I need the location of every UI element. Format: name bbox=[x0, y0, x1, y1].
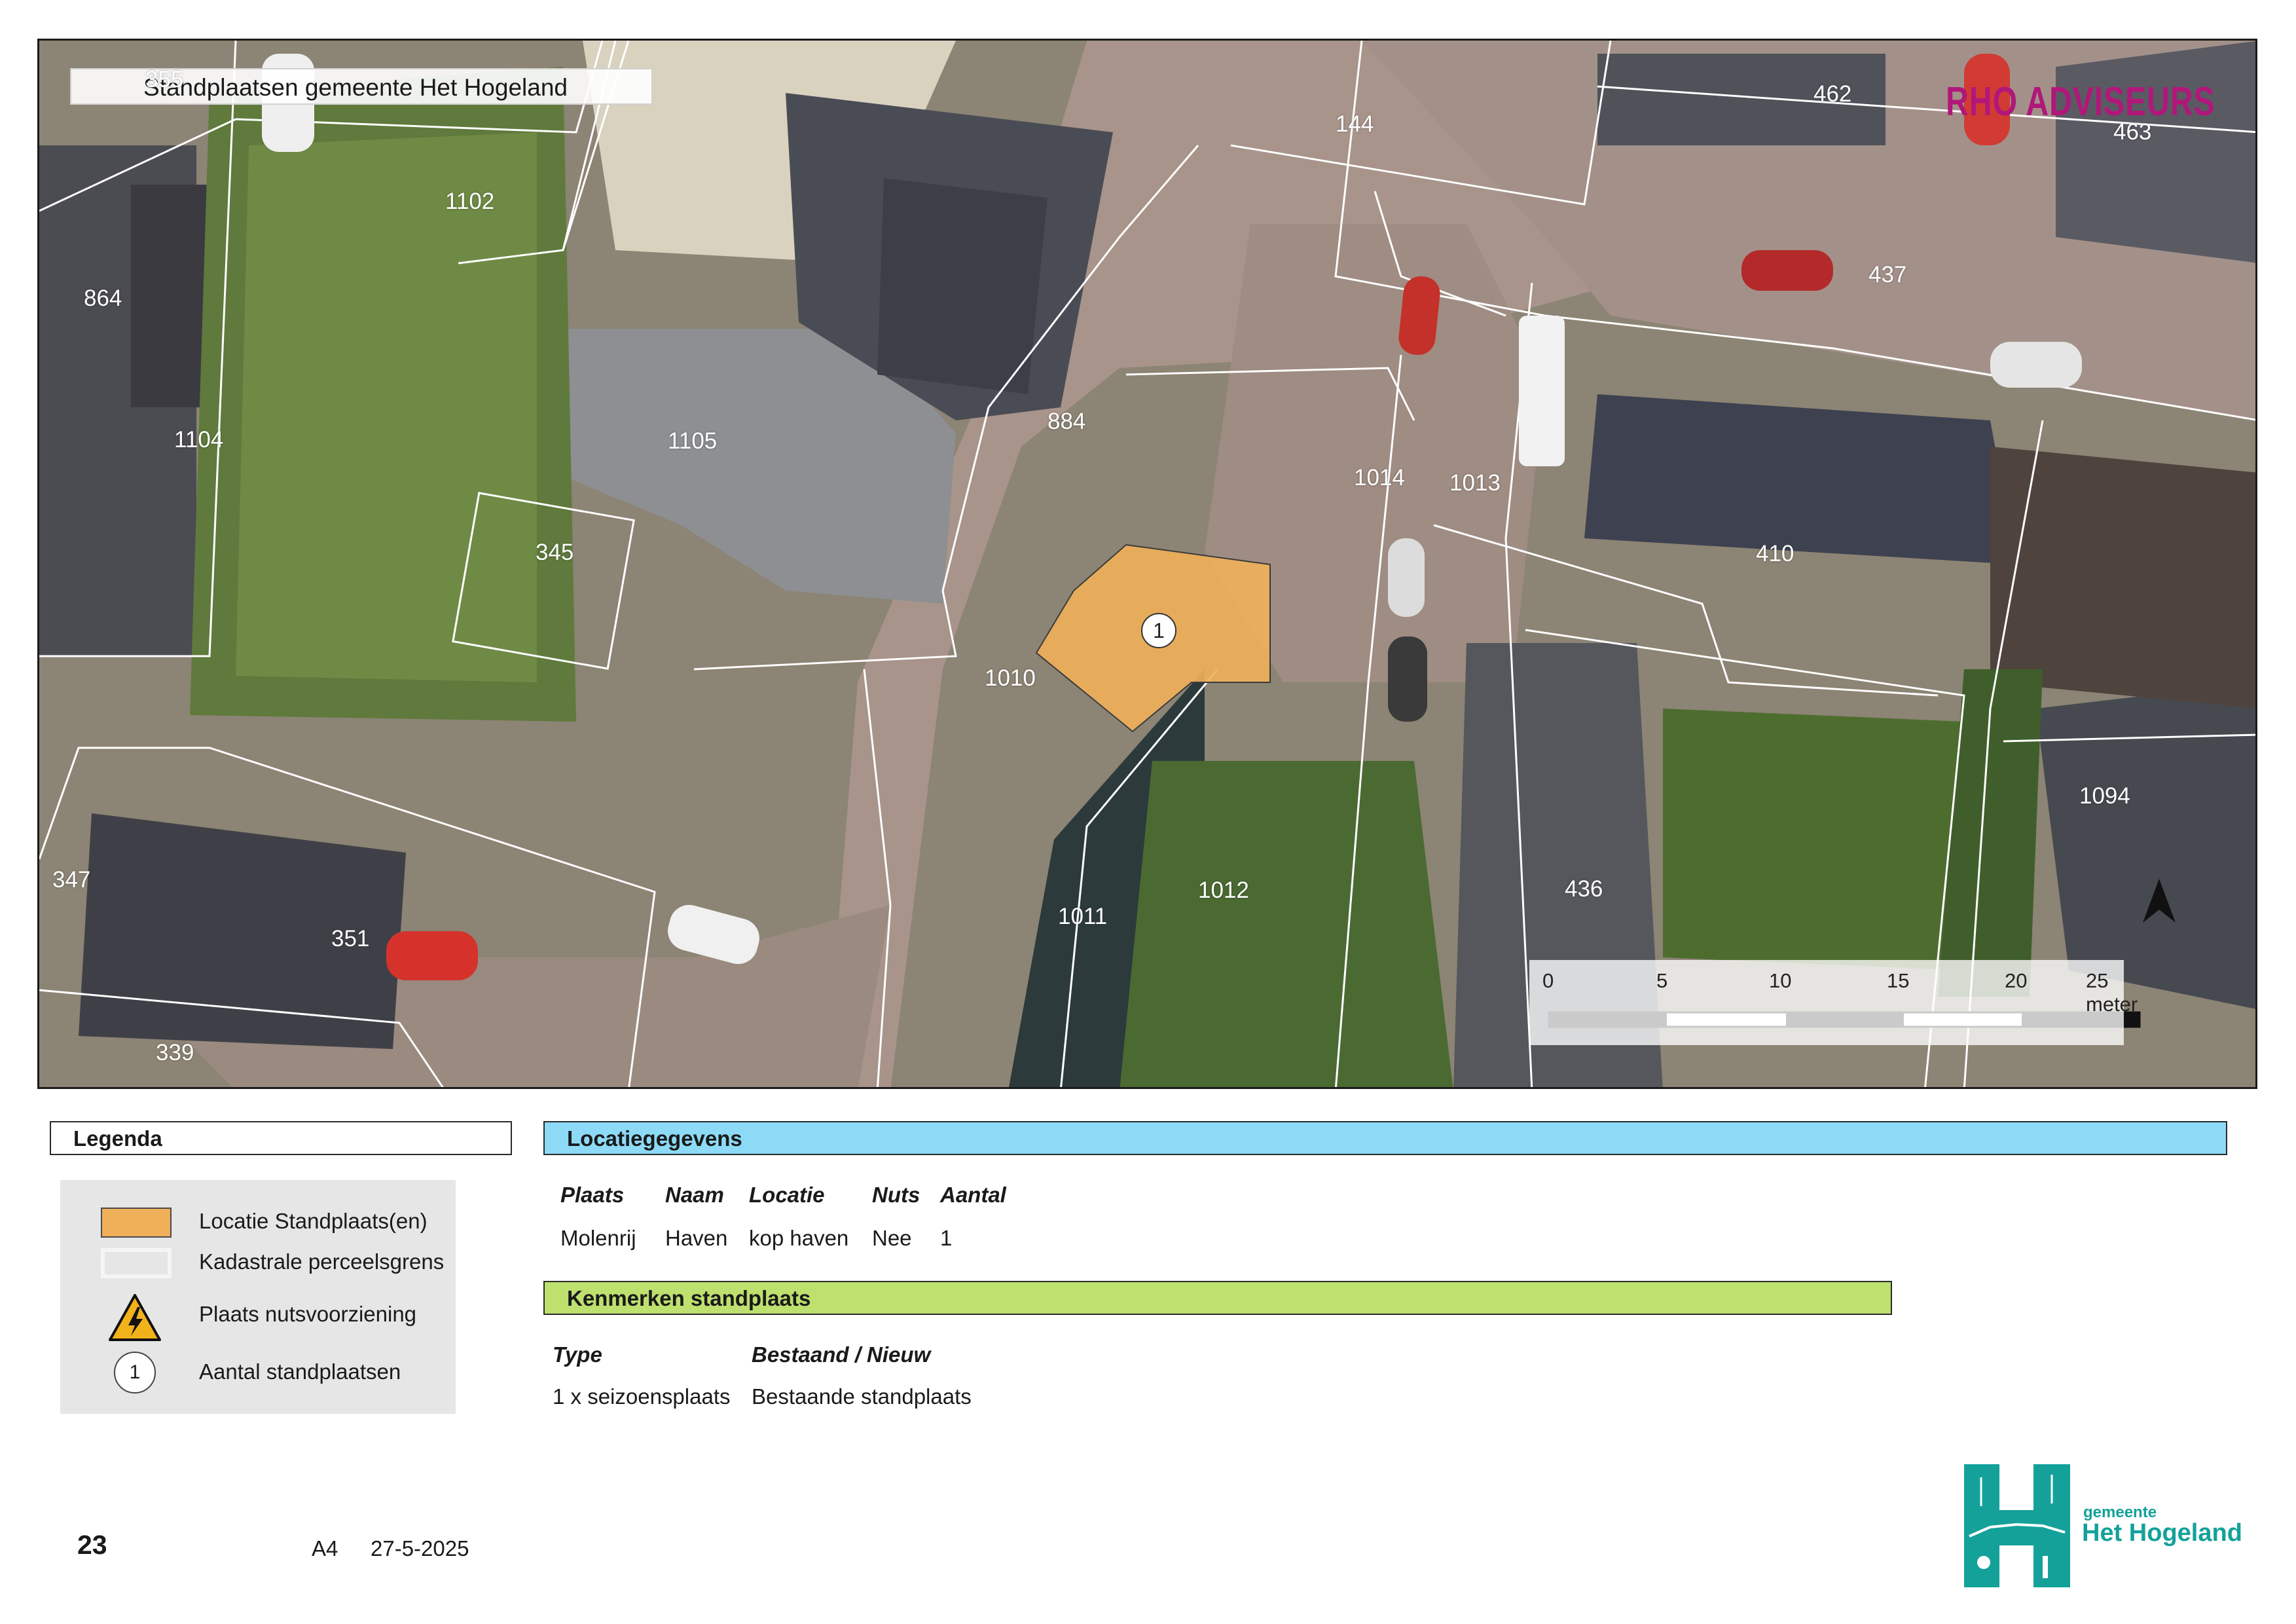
parcel-label: 347 bbox=[52, 867, 91, 893]
locatie-cell: 1 bbox=[940, 1226, 953, 1250]
legend-item-label: Kadastrale perceelsgrens bbox=[199, 1249, 445, 1274]
rho-adviseurs-logo: RHO ADVISEURS bbox=[1945, 79, 2215, 124]
parcel-label: 1105 bbox=[668, 428, 718, 454]
scale-tick-label: 5 bbox=[1656, 969, 1668, 992]
locatie-cell: Nee bbox=[872, 1226, 912, 1250]
parcel-label: 351 bbox=[331, 926, 370, 951]
parcel-label: 345 bbox=[536, 540, 574, 565]
kenmerken-cell: Bestaande standplaats bbox=[752, 1384, 972, 1409]
aerial-map: Standplaatsen gemeente Het Hogeland RHO … bbox=[37, 39, 2257, 1089]
page-number: 23 bbox=[77, 1530, 107, 1560]
scale-tick-label: 10 bbox=[1769, 969, 1792, 992]
parcel-label: 339 bbox=[156, 1040, 194, 1065]
locatie-col-header: Nuts bbox=[872, 1183, 920, 1207]
map-canvas bbox=[39, 41, 2255, 1087]
locatie-heading: Locatiegegevens bbox=[543, 1121, 2227, 1155]
parcel-label: 1011 bbox=[1058, 904, 1108, 929]
legend-item-label: Locatie Standplaats(en) bbox=[199, 1209, 428, 1233]
parcel-label: 1013 bbox=[1449, 470, 1501, 496]
locatie-cell: Molenrij bbox=[560, 1226, 636, 1250]
locatie-col-header: Naam bbox=[665, 1183, 724, 1207]
document-date: 27-5-2025 bbox=[371, 1536, 469, 1560]
parcel-label: 1014 bbox=[1354, 465, 1405, 490]
parcel-label: 463 bbox=[2113, 119, 2152, 145]
parcel-label: 884 bbox=[1048, 409, 1086, 434]
legend-heading: Legenda bbox=[50, 1121, 512, 1155]
parcel-boundary-swatch bbox=[101, 1248, 172, 1278]
logo-text-name: Het Hogeland bbox=[2082, 1519, 2242, 1547]
parcel-label: 436 bbox=[1565, 876, 1603, 902]
scale-tick-label: 20 bbox=[2005, 969, 2028, 992]
kenmerken-col-header: Type bbox=[553, 1342, 602, 1367]
standplaats-count-marker-label: 1 bbox=[1153, 619, 1165, 642]
parcel-label: 410 bbox=[1756, 541, 1795, 566]
parcel-label: 437 bbox=[1868, 262, 1907, 287]
legend-item-label: Aantal standplaatsen bbox=[199, 1359, 401, 1384]
parcel-label: 1104 bbox=[174, 427, 224, 452]
standplaats-swatch bbox=[101, 1208, 172, 1238]
scale-tick-label: 0 bbox=[1542, 969, 1554, 992]
parcel-label: 355 bbox=[145, 67, 184, 92]
electricity-warning-icon bbox=[109, 1294, 161, 1341]
scale-bar: 0 5 10 15 20 25 meter bbox=[1529, 960, 2138, 1045]
parcel-label: 864 bbox=[84, 286, 122, 311]
kenmerken-cell: 1 x seizoensplaats bbox=[553, 1384, 731, 1409]
het-hogeland-logo-icon bbox=[1964, 1464, 2070, 1587]
kenmerken-col-header: Bestaand / Nieuw bbox=[752, 1342, 931, 1367]
parcel-label: 144 bbox=[1336, 111, 1374, 137]
scale-end-label: 25 meter bbox=[2086, 969, 2138, 1016]
locatie-cell: Haven bbox=[665, 1226, 728, 1250]
locatie-col-header: Plaats bbox=[560, 1183, 625, 1207]
parcel-label: 462 bbox=[1813, 81, 1852, 107]
parcel-label: 1012 bbox=[1198, 877, 1249, 903]
legend-item-label: Plaats nutsvoorziening bbox=[199, 1302, 417, 1326]
locatie-cell: kop haven bbox=[749, 1226, 849, 1250]
kenmerken-heading: Kenmerken standplaats bbox=[543, 1281, 1892, 1315]
locatie-col-header: Locatie bbox=[749, 1183, 825, 1207]
locatie-col-header: Aantal bbox=[940, 1183, 1006, 1207]
parcel-label: 1102 bbox=[445, 189, 495, 214]
legend: Locatie Standplaats(en) Kadastrale perce… bbox=[60, 1180, 456, 1414]
parcel-label: 1010 bbox=[985, 665, 1036, 691]
paper-format: A4 bbox=[312, 1536, 338, 1560]
scale-tick-label: 15 bbox=[1887, 969, 1910, 992]
count-circle-icon: 1 bbox=[114, 1352, 156, 1393]
parcel-label: 1094 bbox=[2079, 783, 2130, 809]
